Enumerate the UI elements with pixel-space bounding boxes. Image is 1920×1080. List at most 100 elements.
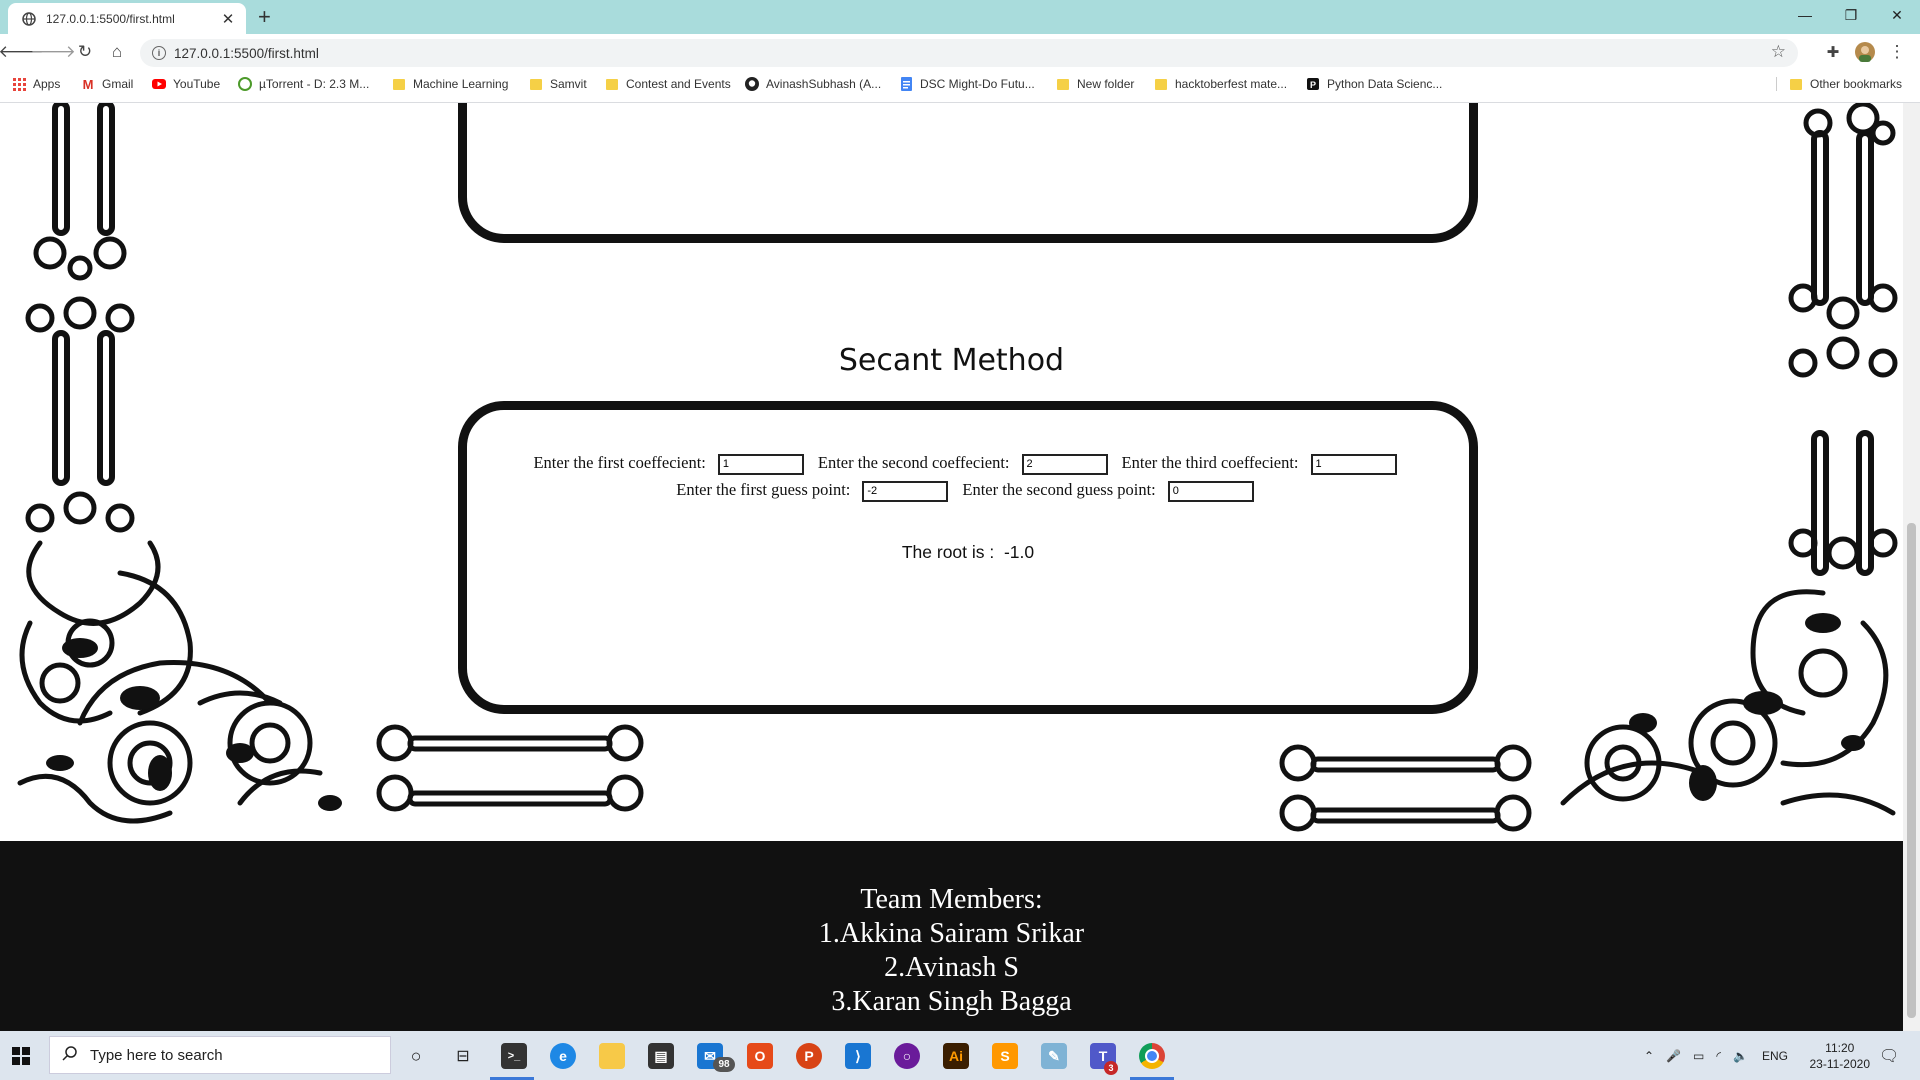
browser-toolbar: 🡐 🡒 ↻ ⌂ i 127.0.0.1:5500/first.html ☆ ✚ …: [0, 34, 1920, 70]
second-coefficient-input[interactable]: [1021, 453, 1108, 475]
store-icon[interactable]: ▤: [648, 1043, 674, 1069]
team-footer: Team Members: 1.Akkina Sairam Srikar 2.A…: [0, 841, 1903, 1031]
folder-icon: [529, 77, 543, 91]
show-hidden-icons-icon[interactable]: ⌃: [1644, 1049, 1654, 1063]
reload-icon[interactable]: ↻: [75, 42, 95, 62]
bookmark-machine-learning[interactable]: Machine Learning: [392, 77, 508, 91]
office-icon[interactable]: O: [747, 1043, 773, 1069]
section-title: Secant Method: [838, 343, 1065, 378]
browser-tab[interactable]: 127.0.0.1:5500/first.html ✕: [8, 3, 246, 34]
teams-badge: 3: [1104, 1061, 1118, 1075]
battery-icon[interactable]: ▭: [1693, 1049, 1704, 1063]
bookmark-dsc[interactable]: DSC Might-Do Futu...: [899, 77, 1035, 91]
tab-strip: 127.0.0.1:5500/first.html ✕ + — ❐ ✕: [0, 0, 1920, 34]
folder-icon: [392, 77, 406, 91]
volume-icon[interactable]: 🔈: [1733, 1049, 1748, 1063]
bookmark-hacktoberfest[interactable]: hacktoberfest mate...: [1154, 77, 1287, 91]
bookmark-star-icon[interactable]: ☆: [1771, 42, 1786, 62]
extensions-puzzle-icon[interactable]: ✚: [1823, 42, 1843, 62]
scrollbar-thumb[interactable]: [1907, 523, 1916, 1018]
apps-grid-icon: [12, 77, 26, 91]
bookmark-python-ds[interactable]: P Python Data Scienc...: [1306, 77, 1442, 91]
terminal-icon[interactable]: >_: [501, 1043, 527, 1069]
vscode-icon[interactable]: ⟩: [845, 1043, 871, 1069]
utorrent-icon: [238, 77, 252, 91]
system-tray: ⌃ 🎤 ▭ ◜ 🔈 ENG: [1644, 1031, 1788, 1080]
taskbar-search-box[interactable]: Type here to search: [49, 1036, 391, 1074]
bookmark-youtube[interactable]: YouTube: [152, 77, 220, 91]
secant-method-box: Enter the first coeffecient: Enter the se…: [458, 401, 1478, 714]
first-coefficient-input[interactable]: [717, 453, 804, 475]
file-explorer-icon[interactable]: [599, 1043, 625, 1069]
cortana-icon[interactable]: ○: [403, 1043, 429, 1069]
result-text: The root is : -1.0: [467, 542, 1469, 563]
home-icon[interactable]: ⌂: [107, 42, 127, 62]
app-circle-icon[interactable]: ○: [894, 1043, 920, 1069]
folder-icon: [605, 77, 619, 91]
restore-button[interactable]: ❐: [1828, 0, 1874, 30]
powerpoint-icon[interactable]: P: [796, 1043, 822, 1069]
bookmark-apps[interactable]: Apps: [12, 77, 60, 91]
svg-text:P: P: [1310, 80, 1316, 90]
edge-icon[interactable]: e: [550, 1043, 576, 1069]
second-guess-input[interactable]: [1167, 480, 1254, 502]
site-info-icon[interactable]: i: [152, 46, 166, 60]
youtube-icon: [152, 77, 166, 91]
bookmark-github[interactable]: AvinashSubhash (A...: [745, 77, 881, 91]
bookmark-gmail[interactable]: M Gmail: [81, 76, 134, 92]
first-coefficient-label: Enter the first coeffecient:: [533, 453, 706, 472]
bookmark-contest-events[interactable]: Contest and Events: [605, 77, 731, 91]
guess-row: Enter the first guess point: Enter the se…: [467, 480, 1469, 502]
minimize-button[interactable]: —: [1782, 0, 1828, 30]
illustrator-icon[interactable]: Ai: [943, 1043, 969, 1069]
wifi-icon[interactable]: ◜: [1716, 1049, 1721, 1063]
search-placeholder: Type here to search: [90, 1046, 223, 1064]
team-member: 3.Karan Singh Bagga: [831, 986, 1072, 1017]
previous-method-box: [458, 103, 1478, 243]
folder-icon: [1154, 77, 1168, 91]
result-value: -1.0: [1003, 542, 1035, 562]
coefficient-row: Enter the first coeffecient: Enter the se…: [467, 453, 1469, 475]
time: 11:20: [1825, 1041, 1855, 1055]
profile-avatar[interactable]: [1855, 42, 1875, 62]
sublime-text-icon[interactable]: S: [992, 1043, 1018, 1069]
mail-badge: 98: [713, 1057, 735, 1072]
folder-icon: [1789, 77, 1803, 91]
third-coefficient-label: Enter the third coeffecient:: [1121, 453, 1299, 472]
result-label: The root is :: [901, 542, 995, 562]
first-guess-label: Enter the first guess point:: [676, 480, 851, 499]
second-coefficient-label: Enter the second coeffecient:: [817, 453, 1010, 472]
bookmark-new-folder[interactable]: New folder: [1056, 77, 1134, 91]
address-bar[interactable]: i 127.0.0.1:5500/first.html ☆: [140, 39, 1798, 67]
web-page: Secant Method Enter the first coeffecien…: [0, 103, 1903, 1031]
language-indicator[interactable]: ENG: [1762, 1049, 1788, 1063]
gmail-icon: M: [82, 76, 94, 92]
third-coefficient-input[interactable]: [1310, 453, 1397, 475]
microphone-icon[interactable]: 🎤: [1666, 1049, 1681, 1063]
chrome-icon[interactable]: [1139, 1043, 1165, 1069]
windows-taskbar: Type here to search ○ ⊟ >_ e ▤ ✉ 98 O P …: [0, 1031, 1920, 1080]
task-view-icon[interactable]: ⊟: [450, 1043, 476, 1069]
windows-start-icon[interactable]: [12, 1047, 30, 1065]
clock[interactable]: 11:20 23-11-2020: [1810, 1040, 1871, 1072]
bookmark-samvit[interactable]: Samvit: [529, 77, 587, 91]
globe-icon: [22, 11, 36, 26]
notepad-icon[interactable]: ✎: [1041, 1043, 1067, 1069]
folder-icon: [1056, 77, 1070, 91]
google-docs-icon: [899, 77, 913, 91]
new-tab-button[interactable]: +: [258, 4, 271, 30]
close-tab-icon[interactable]: ✕: [220, 10, 236, 28]
back-arrow-icon[interactable]: 🡐: [0, 42, 44, 62]
bookmark-utorrent[interactable]: µTorrent - D: 2.3 M...: [238, 77, 369, 91]
menu-kebab-icon[interactable]: ⋮: [1887, 42, 1907, 62]
search-icon: [62, 1045, 78, 1065]
page-scrollbar[interactable]: [1903, 103, 1920, 1031]
bookmark-other[interactable]: Other bookmarks: [1776, 77, 1902, 91]
page-icon: P: [1306, 77, 1320, 91]
forward-arrow-icon[interactable]: 🡒: [30, 42, 76, 62]
notification-icon[interactable]: 🗨: [1879, 1031, 1899, 1080]
close-window-button[interactable]: ✕: [1874, 0, 1920, 30]
team-heading: Team Members:: [860, 884, 1043, 915]
date: 23-11-2020: [1809, 1057, 1871, 1071]
first-guess-input[interactable]: [862, 480, 949, 502]
